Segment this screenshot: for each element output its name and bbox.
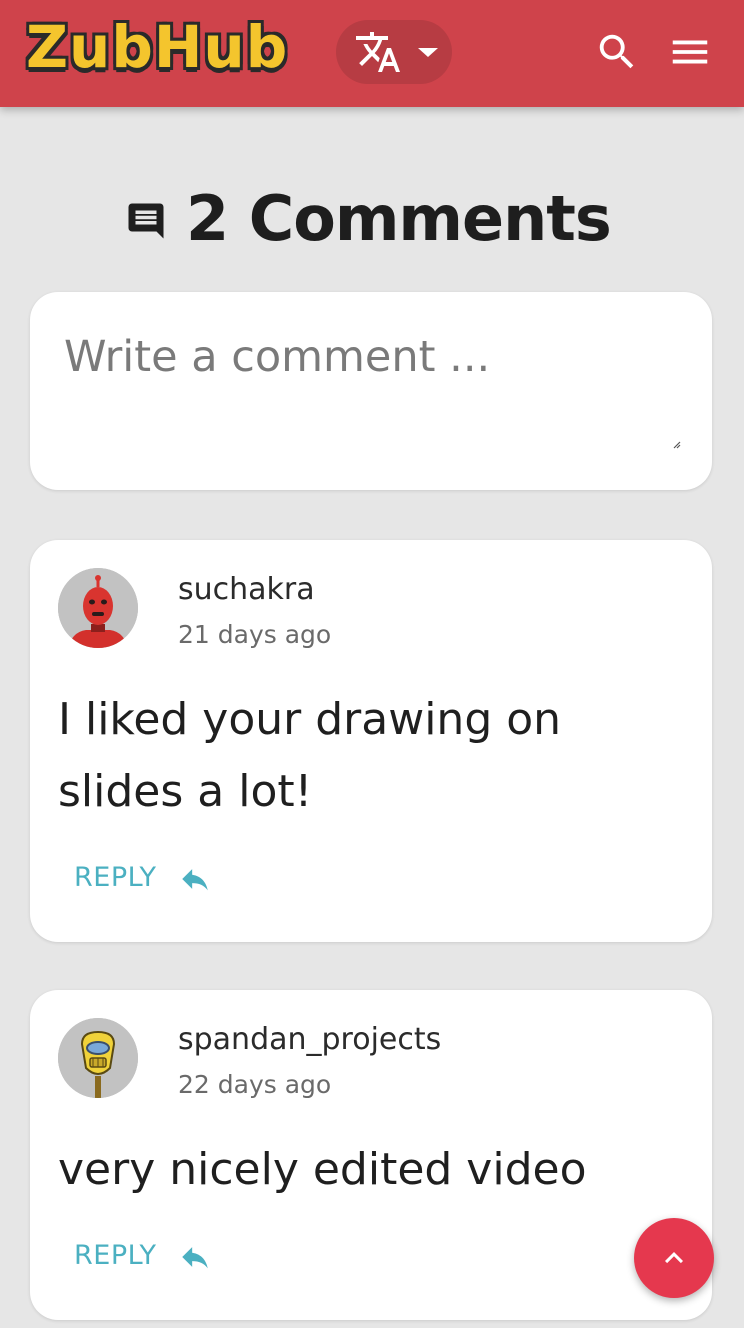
comment-card: suchakra 21 days ago I liked your drawin… <box>30 540 712 942</box>
hamburger-menu-icon[interactable] <box>667 29 713 75</box>
top-app-bar: ZubHub <box>0 0 744 107</box>
comment-input-card <box>30 292 712 490</box>
comment-username[interactable]: suchakra <box>178 572 315 607</box>
translate-icon <box>356 32 400 72</box>
zubhub-logo[interactable]: ZubHub <box>26 14 288 80</box>
language-selector[interactable] <box>336 20 452 84</box>
resize-handle-icon[interactable] <box>671 439 681 449</box>
avatar[interactable] <box>58 1018 138 1098</box>
yellow-robot-avatar-icon <box>58 1018 138 1098</box>
comment-timestamp: 21 days ago <box>178 620 332 649</box>
reply-label: REPLY <box>74 862 157 893</box>
robot-avatar-icon <box>58 568 138 648</box>
comment-timestamp: 22 days ago <box>178 1070 332 1099</box>
caret-down-icon <box>418 48 438 57</box>
reply-button[interactable]: REPLY <box>74 1236 214 1276</box>
chevron-up-icon <box>665 1252 683 1264</box>
reply-icon <box>182 869 208 891</box>
reply-label: REPLY <box>74 1240 157 1271</box>
comment-username[interactable]: spandan_projects <box>178 1022 441 1057</box>
comment-card: spandan_projects 22 days ago very nicely… <box>30 990 712 1320</box>
reply-button[interactable]: REPLY <box>74 858 214 898</box>
comments-heading: 2 Comments <box>0 180 744 260</box>
comment-text: I liked your drawing on slides a lot! <box>58 694 562 817</box>
comment-icon <box>128 203 164 239</box>
comments-count-title: 2 Comments <box>186 182 612 255</box>
avatar[interactable] <box>58 568 138 648</box>
comment-text: very nicely edited video <box>58 1144 587 1195</box>
scroll-to-top-button[interactable] <box>634 1218 714 1298</box>
reply-icon <box>182 1247 208 1269</box>
search-icon[interactable] <box>594 29 640 75</box>
comment-input[interactable] <box>64 332 674 472</box>
